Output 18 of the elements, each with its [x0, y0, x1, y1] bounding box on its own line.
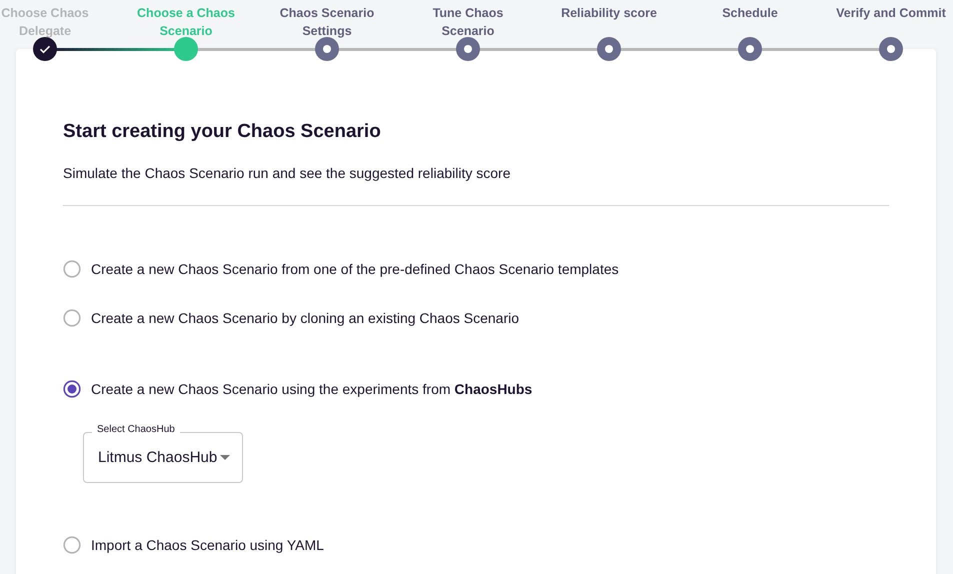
radio-button[interactable] [63, 260, 81, 278]
option-label[interactable]: Import a Chaos Scenario using YAML [91, 536, 324, 552]
step-label[interactable]: Chaos Scenario Settings [267, 4, 387, 40]
step-label[interactable]: Verify and Commit [826, 4, 953, 40]
radio-button[interactable] [63, 380, 81, 398]
radio-button[interactable] [63, 308, 81, 326]
step-label[interactable]: Tune Chaos Scenario [408, 4, 528, 40]
step-label[interactable]: Schedule [690, 4, 810, 40]
caret-icon [220, 455, 230, 460]
radio-button[interactable] [63, 536, 81, 554]
option-label[interactable]: Create a new Chaos Scenario from one of the pre-defined Chaos Scenario templates [91, 260, 619, 276]
option-label[interactable]: Create a new Chaos Scenario by cloning an existing Chaos Scenario [91, 310, 520, 326]
option-label[interactable]: Create a new Chaos Scenario using the experiments from ChaosHubs [91, 380, 532, 396]
card-title: Start creating your Chaos Scenario [63, 121, 382, 143]
step-label[interactable]: Reliability score [549, 4, 669, 40]
field-label: Select ChaosHub [92, 424, 180, 435]
card-subtitle: Simulate the Chaos Scenario run and see the suggested reliability score [63, 165, 512, 181]
field-value: Litmus ChaosHub [98, 449, 218, 466]
